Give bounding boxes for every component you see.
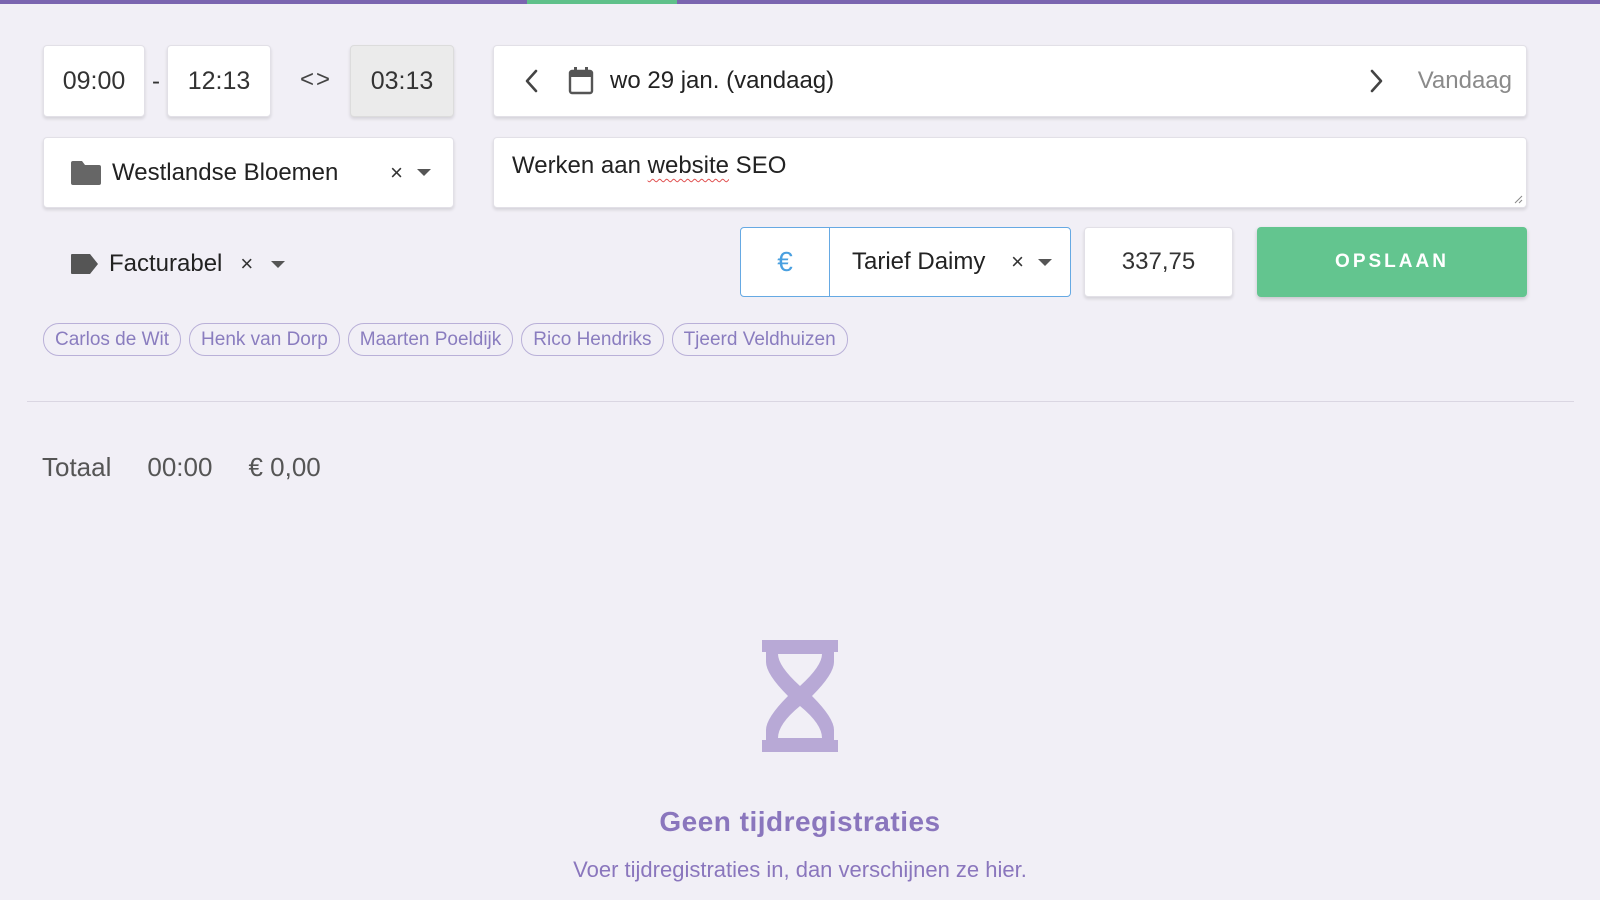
chevron-down-icon[interactable]: [271, 260, 286, 268]
person-chip[interactable]: Tjeerd Veldhuizen: [671, 323, 848, 356]
top-progress-bar: [0, 0, 1600, 4]
date-navigator: wo 29 jan. (vandaag) Vandaag: [493, 45, 1527, 117]
project-select[interactable]: Westlandse Bloemen ×: [43, 137, 454, 208]
empty-state-title: Geen tijdregistraties: [659, 806, 941, 837]
empty-state-subtitle: Voer tijdregistraties in, dan verschijne…: [573, 857, 1027, 882]
amount-input[interactable]: 337,75: [1084, 227, 1233, 297]
project-name: Westlandse Bloemen: [112, 158, 339, 186]
next-day-button[interactable]: [1364, 69, 1390, 93]
description-misspelled-word: website: [647, 152, 730, 179]
time-separator: -: [152, 68, 160, 95]
clear-project-button[interactable]: ×: [390, 160, 403, 186]
description-text-before: Werken aan: [512, 152, 648, 179]
previous-day-button[interactable]: [518, 69, 544, 93]
chevron-right-icon: [1370, 69, 1382, 93]
totals-time: 00:00: [147, 452, 213, 482]
currency-button[interactable]: €: [740, 227, 830, 297]
resize-handle-icon[interactable]: [1513, 194, 1523, 204]
today-button[interactable]: Vandaag: [1418, 67, 1512, 95]
person-chip[interactable]: Carlos de Wit: [43, 323, 182, 356]
person-chip[interactable]: Maarten Poeldijk: [347, 323, 514, 356]
selected-date-label[interactable]: wo 29 jan. (vandaag): [610, 67, 1364, 95]
totals-amount: € 0,00: [248, 452, 321, 482]
description-textarea[interactable]: Werken aan website SEO: [493, 137, 1527, 208]
description-text-after: SEO: [729, 152, 787, 179]
save-button[interactable]: OPSLAAN: [1257, 227, 1527, 297]
tag-name: Facturabel: [109, 250, 223, 277]
chevron-down-icon[interactable]: [417, 169, 431, 176]
rate-name: Tarief Daimy: [852, 248, 986, 275]
rate-select[interactable]: Tarief Daimy ×: [829, 227, 1071, 297]
calendar-icon[interactable]: [568, 67, 594, 95]
duration-input[interactable]: 03:13: [350, 45, 454, 117]
hourglass-icon: [762, 640, 838, 752]
clear-rate-button[interactable]: ×: [1011, 249, 1024, 275]
tag-select[interactable]: Facturabel ×: [70, 246, 286, 282]
totals-label: Totaal: [42, 452, 112, 482]
person-chip[interactable]: Henk van Dorp: [189, 323, 340, 356]
chevron-left-icon: [525, 69, 538, 93]
totals-row: Totaal 00:00 € 0,00: [42, 452, 357, 483]
clear-tag-button[interactable]: ×: [240, 251, 253, 277]
end-time-input[interactable]: 12:13: [167, 45, 271, 117]
chevron-down-icon[interactable]: [1038, 258, 1052, 266]
tag-icon: [70, 253, 99, 275]
people-list: Carlos de Wit Henk van Dorp Maarten Poel…: [43, 323, 848, 356]
divider: [27, 401, 1574, 402]
swap-times-button[interactable]: <>: [300, 66, 332, 94]
top-progress-indicator: [527, 0, 677, 4]
start-time-input[interactable]: 09:00: [43, 45, 145, 117]
person-chip[interactable]: Rico Hendriks: [521, 323, 664, 356]
folder-icon: [70, 160, 102, 186]
